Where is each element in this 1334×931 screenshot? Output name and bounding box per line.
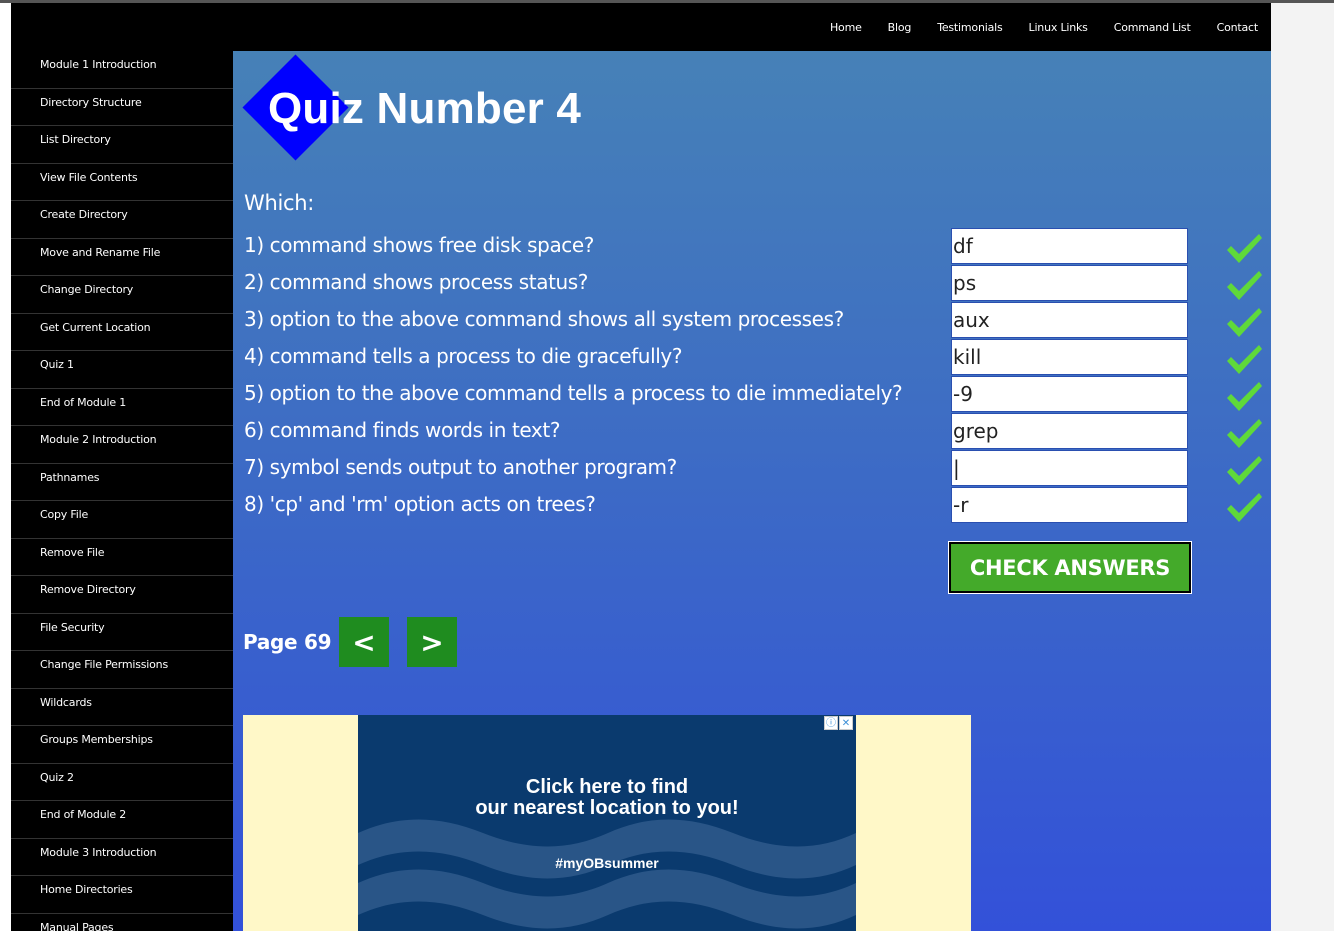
sidebar-item-copy-file[interactable]: Copy File: [11, 501, 233, 539]
next-page-button[interactable]: >: [407, 617, 457, 667]
sidebar: Module 1 Introduction Directory Structure…: [11, 51, 233, 931]
previous-page-button[interactable]: <: [339, 617, 389, 667]
advertisement-image[interactable]: Click here to find our nearest location …: [358, 715, 856, 931]
question-3-answer-input[interactable]: aux: [951, 302, 1188, 338]
sidebar-item-module-2-introduction[interactable]: Module 2 Introduction: [11, 426, 233, 464]
question-8-text: 8) 'cp' and 'rm' option acts on trees?: [244, 492, 596, 516]
sidebar-item-quiz-1[interactable]: Quiz 1: [11, 351, 233, 389]
page-title: Quiz Number 4: [268, 84, 582, 133]
question-6-text: 6) command finds words in text?: [244, 418, 561, 442]
ad-line-1: Click here to find: [525, 776, 689, 798]
sidebar-item-remove-file[interactable]: Remove File: [11, 539, 233, 576]
nav-link-home[interactable]: Home: [817, 21, 875, 34]
correct-checkmark-icon: [1227, 456, 1262, 485]
top-nav-list: Home Blog Testimonials Linux Links Command L…: [817, 3, 1271, 51]
sidebar-item-directory-structure[interactable]: Directory Structure: [11, 89, 233, 126]
ad-controls: ⓘ ✕: [823, 716, 853, 730]
question-3-text: 3) option to the above command shows all…: [244, 307, 844, 331]
question-1-text: 1) command shows free disk space?: [244, 233, 595, 257]
page-left-margin: [0, 3, 11, 931]
wave-pattern-decoration: [358, 819, 856, 929]
correct-checkmark-icon: [1227, 271, 1262, 300]
sidebar-item-list-directory[interactable]: List Directory: [11, 126, 233, 164]
top-nav: Home Blog Testimonials Linux Links Command L…: [11, 3, 1271, 51]
nav-link-command-list[interactable]: Command List: [1101, 21, 1204, 34]
ad-headline: Click here to find our nearest location …: [358, 777, 856, 819]
sidebar-item-module-3-introduction[interactable]: Module 3 Introduction: [11, 839, 233, 876]
question-5-text: 5) option to the above command tells a p…: [244, 381, 903, 405]
sidebar-item-view-file-contents[interactable]: View File Contents: [11, 164, 233, 201]
question-2-answer-input[interactable]: ps: [951, 265, 1188, 301]
nav-link-contact[interactable]: Contact: [1204, 21, 1271, 34]
ad-line-2: our nearest location to you!: [475, 797, 739, 819]
question-6-answer-input[interactable]: grep: [951, 413, 1188, 449]
sidebar-item-end-of-module-1[interactable]: End of Module 1: [11, 389, 233, 426]
check-answers-button[interactable]: CHECK ANSWERS: [948, 541, 1192, 594]
sidebar-item-module-1-introduction[interactable]: Module 1 Introduction: [11, 51, 233, 89]
correct-checkmark-icon: [1227, 308, 1262, 337]
question-2-text: 2) command shows process status?: [244, 270, 589, 294]
sidebar-item-change-directory[interactable]: Change Directory: [11, 276, 233, 314]
sidebar-item-get-current-location[interactable]: Get Current Location: [11, 314, 233, 351]
sidebar-item-home-directories[interactable]: Home Directories: [11, 876, 233, 914]
question-5-answer-input[interactable]: -9: [951, 376, 1188, 412]
correct-checkmark-icon: [1227, 419, 1262, 448]
nav-link-testimonials[interactable]: Testimonials: [924, 21, 1015, 34]
sidebar-item-groups-memberships[interactable]: Groups Memberships: [11, 726, 233, 764]
question-7-text: 7) symbol sends output to another progra…: [244, 455, 677, 479]
correct-checkmark-icon: [1227, 493, 1262, 522]
page-number: Page 69: [243, 630, 332, 654]
sidebar-item-pathnames[interactable]: Pathnames: [11, 464, 233, 501]
ad-info-icon[interactable]: ⓘ: [824, 716, 838, 730]
question-1-answer-input[interactable]: df: [951, 228, 1188, 264]
sidebar-item-move-and-rename-file[interactable]: Move and Rename File: [11, 239, 233, 276]
ad-hashtag: #myOBsummer: [555, 855, 659, 871]
question-7-answer-input[interactable]: |: [951, 450, 1188, 486]
correct-checkmark-icon: [1227, 234, 1262, 263]
sidebar-item-create-directory[interactable]: Create Directory: [11, 201, 233, 239]
advertisement-banner[interactable]: Click here to find our nearest location …: [243, 715, 971, 931]
question-4-text: 4) command tells a process to die gracef…: [244, 344, 683, 368]
sidebar-item-quiz-2[interactable]: Quiz 2: [11, 764, 233, 801]
correct-checkmark-icon: [1227, 382, 1262, 411]
nav-link-blog[interactable]: Blog: [875, 21, 925, 34]
question-8-answer-input[interactable]: -r: [951, 487, 1188, 523]
sidebar-item-remove-directory[interactable]: Remove Directory: [11, 576, 233, 614]
ad-close-icon[interactable]: ✕: [839, 716, 853, 730]
sidebar-item-file-security[interactable]: File Security: [11, 614, 233, 651]
quiz-prompt: Which:: [244, 191, 315, 215]
question-4-answer-input[interactable]: kill: [951, 339, 1188, 375]
nav-link-linux-links[interactable]: Linux Links: [1016, 21, 1101, 34]
sidebar-item-end-of-module-2[interactable]: End of Module 2: [11, 801, 233, 839]
sidebar-item-manual-pages[interactable]: Manual Pages: [11, 914, 233, 931]
sidebar-item-wildcards[interactable]: Wildcards: [11, 689, 233, 726]
sidebar-item-change-file-permissions[interactable]: Change File Permissions: [11, 651, 233, 689]
correct-checkmark-icon: [1227, 345, 1262, 374]
